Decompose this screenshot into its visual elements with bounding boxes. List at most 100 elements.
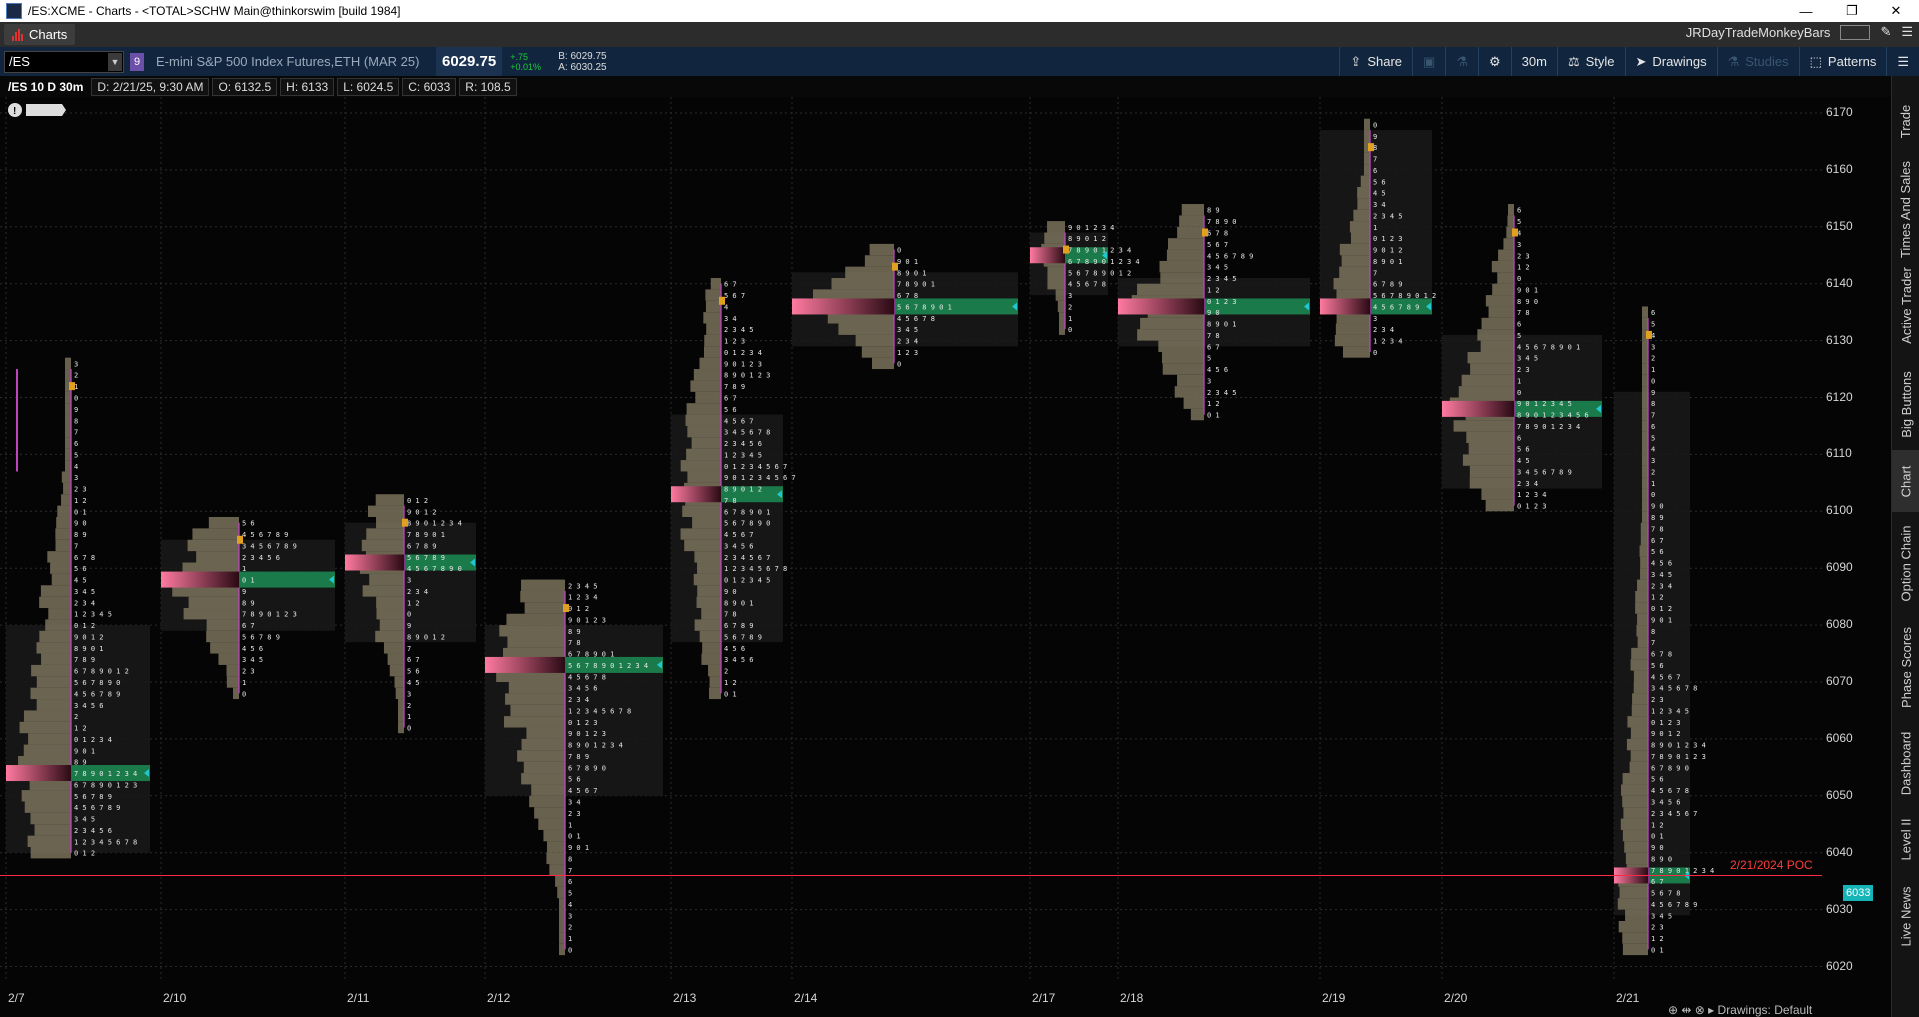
drawings-button[interactable]: ➤ Drawings: [1624, 47, 1717, 76]
tpo-letters: 0: [568, 946, 572, 954]
tpo-letters: 4 5: [407, 679, 420, 687]
price-chart[interactable]: 0 1 2 1 2 3 4 5 6 7 8 2 3 4 5 6 3 4 5 4 5 6 …: [0, 97, 1891, 1017]
color-box[interactable]: [1840, 24, 1871, 40]
volume-profile-bar: [1642, 351, 1648, 364]
tpo-letters: 8 9 0 1: [74, 645, 104, 653]
volume-profile-bar: [61, 471, 71, 483]
volume-profile-bar: [206, 630, 239, 643]
tpo-letters: 8 9: [74, 759, 87, 767]
tpo-letters: 6 7 8 9: [724, 622, 754, 630]
flask-button[interactable]: ⚗: [1445, 47, 1478, 76]
aggregation-button[interactable]: 30m: [1510, 47, 1557, 76]
volume-profile-bar: [47, 551, 71, 563]
tpo-letters: 6 7 8 9 0 1 2 3: [74, 781, 137, 789]
tpo-letters: 3: [1207, 377, 1211, 385]
menu-icon[interactable]: ☰: [1901, 24, 1913, 40]
volume-profile-bar: [1168, 238, 1204, 250]
volume-profile-bar: [1466, 431, 1514, 444]
tpo-letters: 3 4 5: [74, 588, 95, 596]
tpo-letters: 8 9 0: [1651, 855, 1672, 863]
sidebar-tab-trade[interactable]: Trade: [1892, 76, 1919, 166]
tpo-letters: 1: [242, 565, 246, 573]
pct-change-value: +0.01%: [510, 61, 542, 72]
patterns-button[interactable]: ⬚ Patterns: [1798, 47, 1887, 76]
sidebar-tab-live-news[interactable]: Live News: [1892, 872, 1919, 960]
tpo-letters: 0 1 2 3: [1373, 235, 1403, 243]
compare-button[interactable]: ▣: [1412, 47, 1445, 76]
sidebar-tab-times-and-sales[interactable]: Times And Sales: [1892, 160, 1919, 257]
volume-profile-bar: [369, 573, 404, 586]
sidebar-tab-dashboard[interactable]: Dashboard: [1892, 720, 1919, 806]
volume-profile-bar: [65, 414, 71, 426]
tpo-letters: 6 7 8 9 0: [568, 764, 606, 772]
tpo-letters: 7 8 9 0 1 2 3 4: [1517, 423, 1580, 431]
tpo-letters: 6 7: [1207, 343, 1220, 351]
tpo-letters: 2: [1651, 355, 1655, 363]
volume-profile-bar: [398, 699, 404, 711]
tpo-letters: 0 1 2 3 4 5: [724, 577, 770, 585]
open-marker: [719, 296, 725, 305]
minimize-button[interactable]: —: [1783, 0, 1829, 22]
price-tick-label: 6130: [1826, 332, 1853, 347]
open-marker: [563, 604, 569, 613]
volume-profile-bar: [1480, 340, 1514, 352]
open-marker: [237, 535, 243, 544]
sidebar-tab-label: Live News: [1898, 886, 1914, 946]
tpo-letters: 9 0 1: [1517, 286, 1538, 294]
volume-profile-bar: [1640, 568, 1648, 580]
volume-profile-bar: [1158, 340, 1204, 352]
volume-profile-bar: [23, 710, 71, 722]
drawings-label: Drawings: [1652, 54, 1707, 69]
volume-profile-bar: [693, 573, 721, 586]
studies-button[interactable]: ⚗ Studies: [1716, 47, 1799, 76]
time-tick-label: 2/20: [1444, 991, 1468, 1005]
toolbar-menu-button[interactable]: ☰: [1886, 47, 1919, 76]
close-button[interactable]: ✕: [1873, 0, 1919, 22]
tpo-letters: 1 2: [74, 725, 87, 733]
volume-profile-bar: [65, 425, 71, 438]
volume-profile-bar: [555, 875, 565, 887]
volume-profile-bar: [30, 687, 72, 700]
tpo-letters: 2 3 4: [407, 588, 428, 596]
tpo-letters: 1: [407, 713, 411, 721]
sidebar-tab-option-chain[interactable]: Option Chain: [1892, 512, 1919, 614]
link-group-button[interactable]: 9: [130, 52, 144, 71]
tpo-letters: 2 3: [1517, 366, 1530, 374]
charts-tab[interactable]: Charts: [4, 24, 76, 45]
tpo-letters: 9 0: [1651, 844, 1664, 852]
tpo-letters: 7: [1651, 639, 1655, 647]
tpo-letters: 5 6: [407, 668, 420, 676]
volume-profile-bar: [1467, 351, 1514, 364]
chevron-down-icon[interactable]: ▼: [108, 52, 122, 71]
style-button[interactable]: ⚖ Style: [1556, 47, 1625, 76]
restore-button[interactable]: ❐: [1829, 0, 1875, 22]
sidebar-tab-big-buttons[interactable]: Big Buttons: [1892, 358, 1919, 450]
pin-icon[interactable]: ✎: [1880, 24, 1891, 40]
sidebar-tab-level-ii[interactable]: Level II: [1892, 806, 1919, 872]
poc-bar: [1320, 298, 1370, 315]
volume-profile-bar: [65, 391, 71, 404]
share-button[interactable]: ⇪ Share: [1339, 47, 1412, 76]
volume-profile-bar: [1335, 323, 1370, 335]
script-name-label[interactable]: JRDayTradeMonkeyBars: [1686, 25, 1831, 40]
tpo-letters: 3: [1517, 241, 1521, 249]
sidebar-tab-chart[interactable]: Chart: [1892, 450, 1919, 512]
settings-button[interactable]: ⚙: [1477, 47, 1511, 76]
tpo-letters: 4 5 6 7 8 9: [74, 690, 120, 698]
tpo-letters: 3 4 5 6: [724, 656, 754, 664]
bar-low: L: 6024.5: [337, 77, 400, 96]
sidebar-tab-active-trader[interactable]: Active Trader: [1892, 252, 1919, 358]
volume-profile-bar: [1642, 420, 1648, 432]
symbol-selector[interactable]: /ES ▼: [4, 50, 124, 73]
volume-profile-bar: [1137, 283, 1204, 296]
tpo-letters: 5 6: [1651, 776, 1664, 784]
tpo-letters: 5 6 7 8: [1651, 890, 1681, 898]
tpo-letters: 7 8: [724, 611, 737, 619]
tpo-letters: 3: [407, 690, 411, 698]
sidebar-tab-phase-scores[interactable]: Phase Scores: [1892, 614, 1919, 720]
volume-profile-bar: [697, 562, 721, 574]
chart-footer-controls[interactable]: ⊕ ⇹ ⊗ ▸ Drawings: Default: [1668, 1003, 1812, 1017]
poc-bar: [485, 656, 565, 673]
patterns-label: Patterns: [1827, 54, 1877, 69]
volume-profile-bar: [1622, 943, 1648, 956]
